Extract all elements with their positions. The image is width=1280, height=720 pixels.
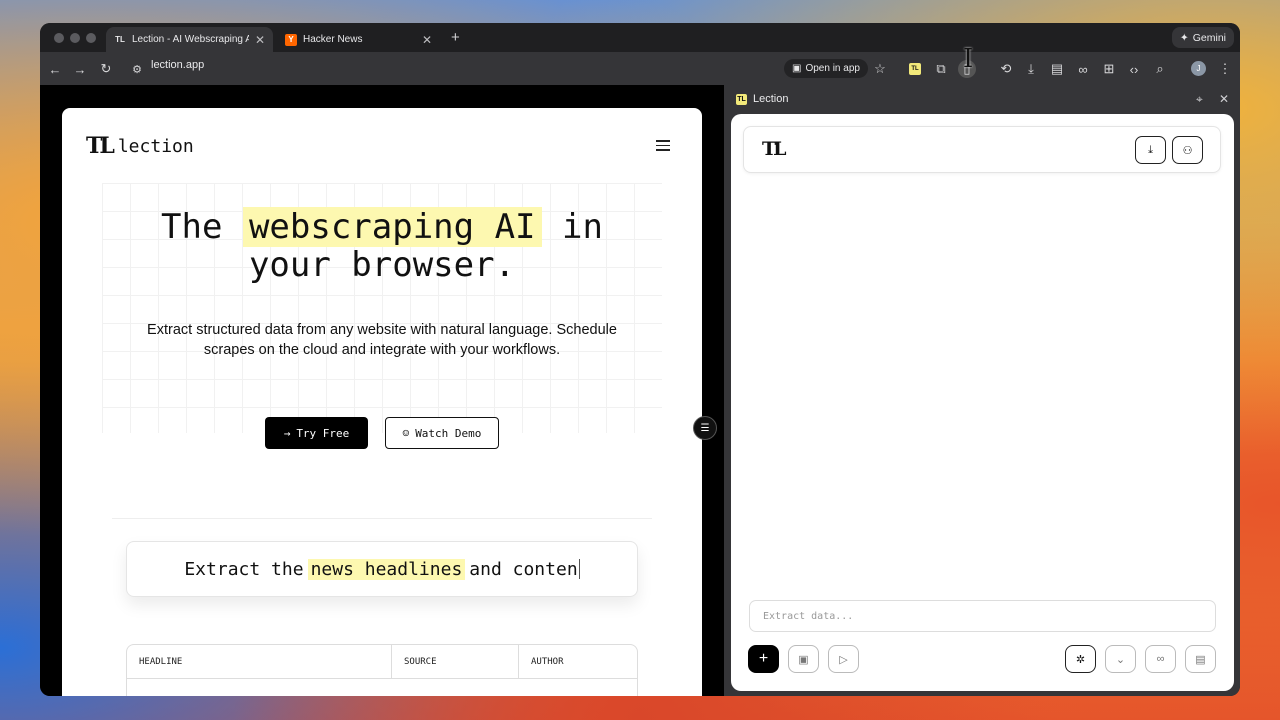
- lection-landing-page: TL lection The webscraping AI in your br…: [62, 108, 702, 696]
- try-free-button[interactable]: → Try Free: [265, 417, 368, 449]
- extensions-puzzle-icon[interactable]: ⧉: [932, 60, 950, 78]
- tab-lection[interactable]: TL Lection - AI Webscraping Age ✕: [106, 27, 273, 52]
- side-panel-title-label: Lection: [753, 93, 789, 105]
- bookmark-star-icon[interactable]: ☆: [871, 60, 889, 78]
- play-icon: ▷: [839, 653, 848, 666]
- back-icon[interactable]: ←: [46, 60, 64, 78]
- run-button[interactable]: ▷: [828, 645, 859, 673]
- site-settings-icon[interactable]: ⚙: [128, 60, 146, 78]
- link-icon: ∞: [1156, 653, 1165, 665]
- menu-kebab-icon[interactable]: ⋮: [1216, 60, 1234, 78]
- hero-highlight: webscraping AI: [242, 207, 542, 247]
- browser-window: TL Lection - AI Webscraping Age ✕ Y Hack…: [40, 23, 1240, 696]
- save-button[interactable]: ▣: [788, 645, 819, 673]
- watch-demo-button[interactable]: ☺ Watch Demo: [385, 417, 499, 449]
- prompt-post: and conten: [469, 558, 578, 580]
- scroll-down-button[interactable]: ⌄: [1105, 645, 1136, 673]
- section-divider: [112, 518, 652, 519]
- code-icon[interactable]: ‹›: [1125, 60, 1143, 78]
- site-logo[interactable]: TL lection: [86, 133, 194, 159]
- download-icon[interactable]: ⤓: [1022, 60, 1040, 78]
- forward-icon[interactable]: →: [71, 60, 89, 78]
- extract-data-input[interactable]: Extract data...: [749, 600, 1216, 632]
- open-in-app-button[interactable]: ▣ Open in app: [784, 59, 868, 78]
- save-icon: ▣: [798, 653, 809, 666]
- select-element-button[interactable]: ✲: [1065, 645, 1096, 673]
- lection-floating-handle-icon[interactable]: ☰: [693, 416, 717, 440]
- hero-pre: The: [161, 207, 223, 247]
- profile-avatar[interactable]: J: [1191, 61, 1206, 76]
- logo-mark: TL: [86, 133, 115, 159]
- lection-favicon-icon: TL: [115, 35, 125, 44]
- logo-text: lection: [117, 135, 194, 157]
- plus-icon: +: [758, 650, 769, 667]
- document-icon: ▤: [1195, 653, 1206, 666]
- panel-logo: TL: [762, 138, 786, 160]
- tab-strip: TL Lection - AI Webscraping Age ✕ Y Hack…: [40, 23, 1240, 52]
- lection-extension-icon[interactable]: TL: [909, 63, 921, 75]
- web-content: TL lection The webscraping AI in your br…: [40, 85, 724, 696]
- table-header-source: SOURCE: [392, 645, 519, 679]
- hero-subtitle: Extract structured data from any website…: [147, 322, 617, 358]
- new-tab-icon[interactable]: +: [451, 29, 460, 46]
- tab-label: Hacker News: [303, 34, 363, 45]
- side-panel-title: TL Lection: [736, 93, 788, 105]
- hero-post: in: [562, 207, 603, 247]
- history-icon[interactable]: ⟲: [997, 60, 1015, 78]
- chevrons-down-icon: ⌄: [1115, 653, 1126, 666]
- hamburger-menu-icon[interactable]: [656, 137, 670, 154]
- gemini-label: Gemini: [1192, 31, 1226, 44]
- minimize-window-button[interactable]: [70, 33, 80, 43]
- watch-demo-label: Watch Demo: [415, 426, 482, 440]
- prompt-pre: Extract the: [184, 558, 304, 580]
- lection-panel-body: TL ⤓ ⚇ Extract data... + ▣ ▷ ✲ ⌄ ∞ ▤: [731, 114, 1234, 691]
- download-button[interactable]: ⤓: [1135, 136, 1166, 164]
- open-in-app-label: Open in app: [805, 63, 860, 74]
- address-bar[interactable]: lection.app: [151, 59, 204, 71]
- search-tab-icon[interactable]: ⌕: [1151, 60, 1169, 78]
- layout-icon[interactable]: ⊞: [1100, 60, 1118, 78]
- open-app-icon: ▣: [792, 63, 802, 74]
- close-tab-icon[interactable]: ✕: [255, 33, 265, 47]
- download-icon: ⤓: [1148, 143, 1153, 156]
- hacker-news-favicon-icon: Y: [285, 33, 297, 46]
- tab-hacker-news[interactable]: Y Hacker News ✕: [277, 27, 440, 52]
- add-button[interactable]: +: [748, 645, 779, 673]
- link-icon[interactable]: ∞: [1074, 60, 1092, 78]
- table-header-headline: HEADLINE: [127, 645, 392, 679]
- maximize-window-button[interactable]: [86, 33, 96, 43]
- account-button[interactable]: ⚇: [1172, 136, 1203, 164]
- reading-mode-icon[interactable]: ▤: [1048, 60, 1066, 78]
- hero-line2: your browser.: [248, 245, 516, 285]
- lection-panel-icon: TL: [736, 93, 747, 105]
- table-header-author: AUTHOR: [519, 645, 637, 679]
- page-button[interactable]: ▤: [1185, 645, 1216, 673]
- smiley-icon: ☺: [402, 426, 410, 440]
- tab-label: Lection - AI Webscraping Age: [132, 34, 249, 45]
- arrow-right-icon: →: [283, 426, 291, 440]
- unpin-icon[interactable]: ⌖: [1196, 92, 1203, 107]
- prompt-highlight: news headlines: [307, 558, 466, 580]
- close-panel-icon[interactable]: ✕: [1219, 92, 1229, 106]
- browser-toolbar: ← → ↻ ⚙ lection.app ▣ Open in app ☆ TL ⧉…: [40, 52, 1240, 85]
- panel-header: TL ⤓ ⚇: [743, 126, 1221, 173]
- try-free-label: Try Free: [296, 426, 350, 440]
- text-caret: [578, 559, 580, 579]
- close-window-button[interactable]: [54, 33, 64, 43]
- reload-icon[interactable]: ↻: [97, 60, 115, 78]
- link-button[interactable]: ∞: [1145, 645, 1176, 673]
- sparkle-icon: ✦: [1179, 31, 1189, 44]
- side-panel: TL Lection ⌖ ✕ TL ⤓ ⚇ Extract data... + …: [724, 85, 1240, 696]
- user-icon: ⚇: [1182, 144, 1193, 157]
- text-cursor-icon: I: [963, 44, 974, 74]
- gemini-button[interactable]: ✦ Gemini: [1171, 27, 1234, 48]
- demo-prompt: Extract the news headlines and conten: [126, 541, 638, 597]
- demo-results-table: HEADLINE SOURCE AUTHOR: [126, 644, 638, 696]
- pointer-click-icon: ✲: [1075, 653, 1086, 666]
- close-tab-icon[interactable]: ✕: [422, 33, 432, 47]
- hero-title: The webscraping AI in your browser.: [62, 207, 702, 285]
